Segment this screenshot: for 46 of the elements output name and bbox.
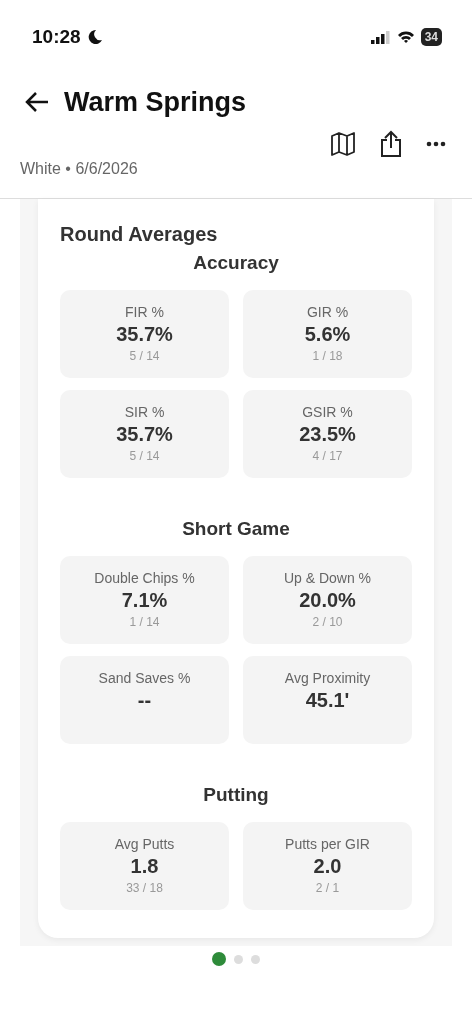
stat-detail: 2 / 10	[312, 615, 343, 629]
stat-value: 45.1'	[305, 689, 350, 712]
stat-value: 7.1%	[121, 589, 168, 612]
stat-detail: 5 / 14	[129, 449, 160, 463]
map-icon[interactable]	[330, 131, 356, 157]
stat-value: 20.0%	[299, 589, 356, 612]
stat-value: 35.7%	[116, 423, 173, 446]
stat-value: --	[137, 689, 152, 712]
stat-label: SIR %	[124, 404, 165, 420]
section-title: Putting	[202, 784, 270, 806]
stat-label: Avg Proximity	[284, 670, 371, 686]
stat-detail: 4 / 17	[312, 449, 343, 463]
more-icon[interactable]	[426, 141, 446, 147]
stat-label: Up & Down %	[283, 570, 372, 586]
stat-label: Double Chips %	[94, 570, 195, 586]
stat-label: FIR %	[125, 304, 164, 320]
round-subtitle: White • 6/6/2026	[19, 159, 139, 178]
page-dot[interactable]	[234, 954, 243, 964]
stat-value: 23.5%	[299, 423, 356, 446]
wifi-icon	[396, 30, 415, 44]
stat-value: 2.0	[313, 855, 342, 878]
stat-detail: 1 / 18	[312, 349, 343, 363]
stat-detail: 33 / 18	[126, 881, 163, 895]
section-title: Accuracy	[192, 252, 280, 274]
stat-value: 1.8	[130, 855, 159, 878]
battery-indicator: 34	[420, 28, 442, 46]
status-time: 10:28	[32, 26, 81, 48]
page-dot[interactable]	[251, 954, 260, 964]
stat-label: GIR %	[306, 304, 349, 320]
section-title: Short Game	[181, 518, 291, 540]
stat-label: Putts per GIR	[285, 836, 370, 852]
stat-detail: 5 / 14	[129, 349, 160, 363]
stat-detail: 1 / 14	[129, 615, 160, 629]
signal-icon	[370, 30, 391, 44]
stat-label: GSIR %	[302, 404, 353, 420]
back-arrow-icon[interactable]	[24, 91, 50, 113]
page-dot[interactable]	[212, 952, 226, 966]
moon-icon	[86, 29, 103, 45]
page-title: Warm Springs	[64, 86, 247, 118]
stat-value: 35.7%	[116, 323, 173, 346]
stat-detail: 2 / 1	[315, 881, 340, 895]
stat-value: 5.6%	[304, 323, 351, 346]
stat-label: Avg Putts	[114, 836, 175, 852]
share-icon[interactable]	[380, 130, 402, 158]
card-title: Round Averages	[60, 223, 219, 246]
stat-label: Sand Saves %	[98, 670, 191, 686]
